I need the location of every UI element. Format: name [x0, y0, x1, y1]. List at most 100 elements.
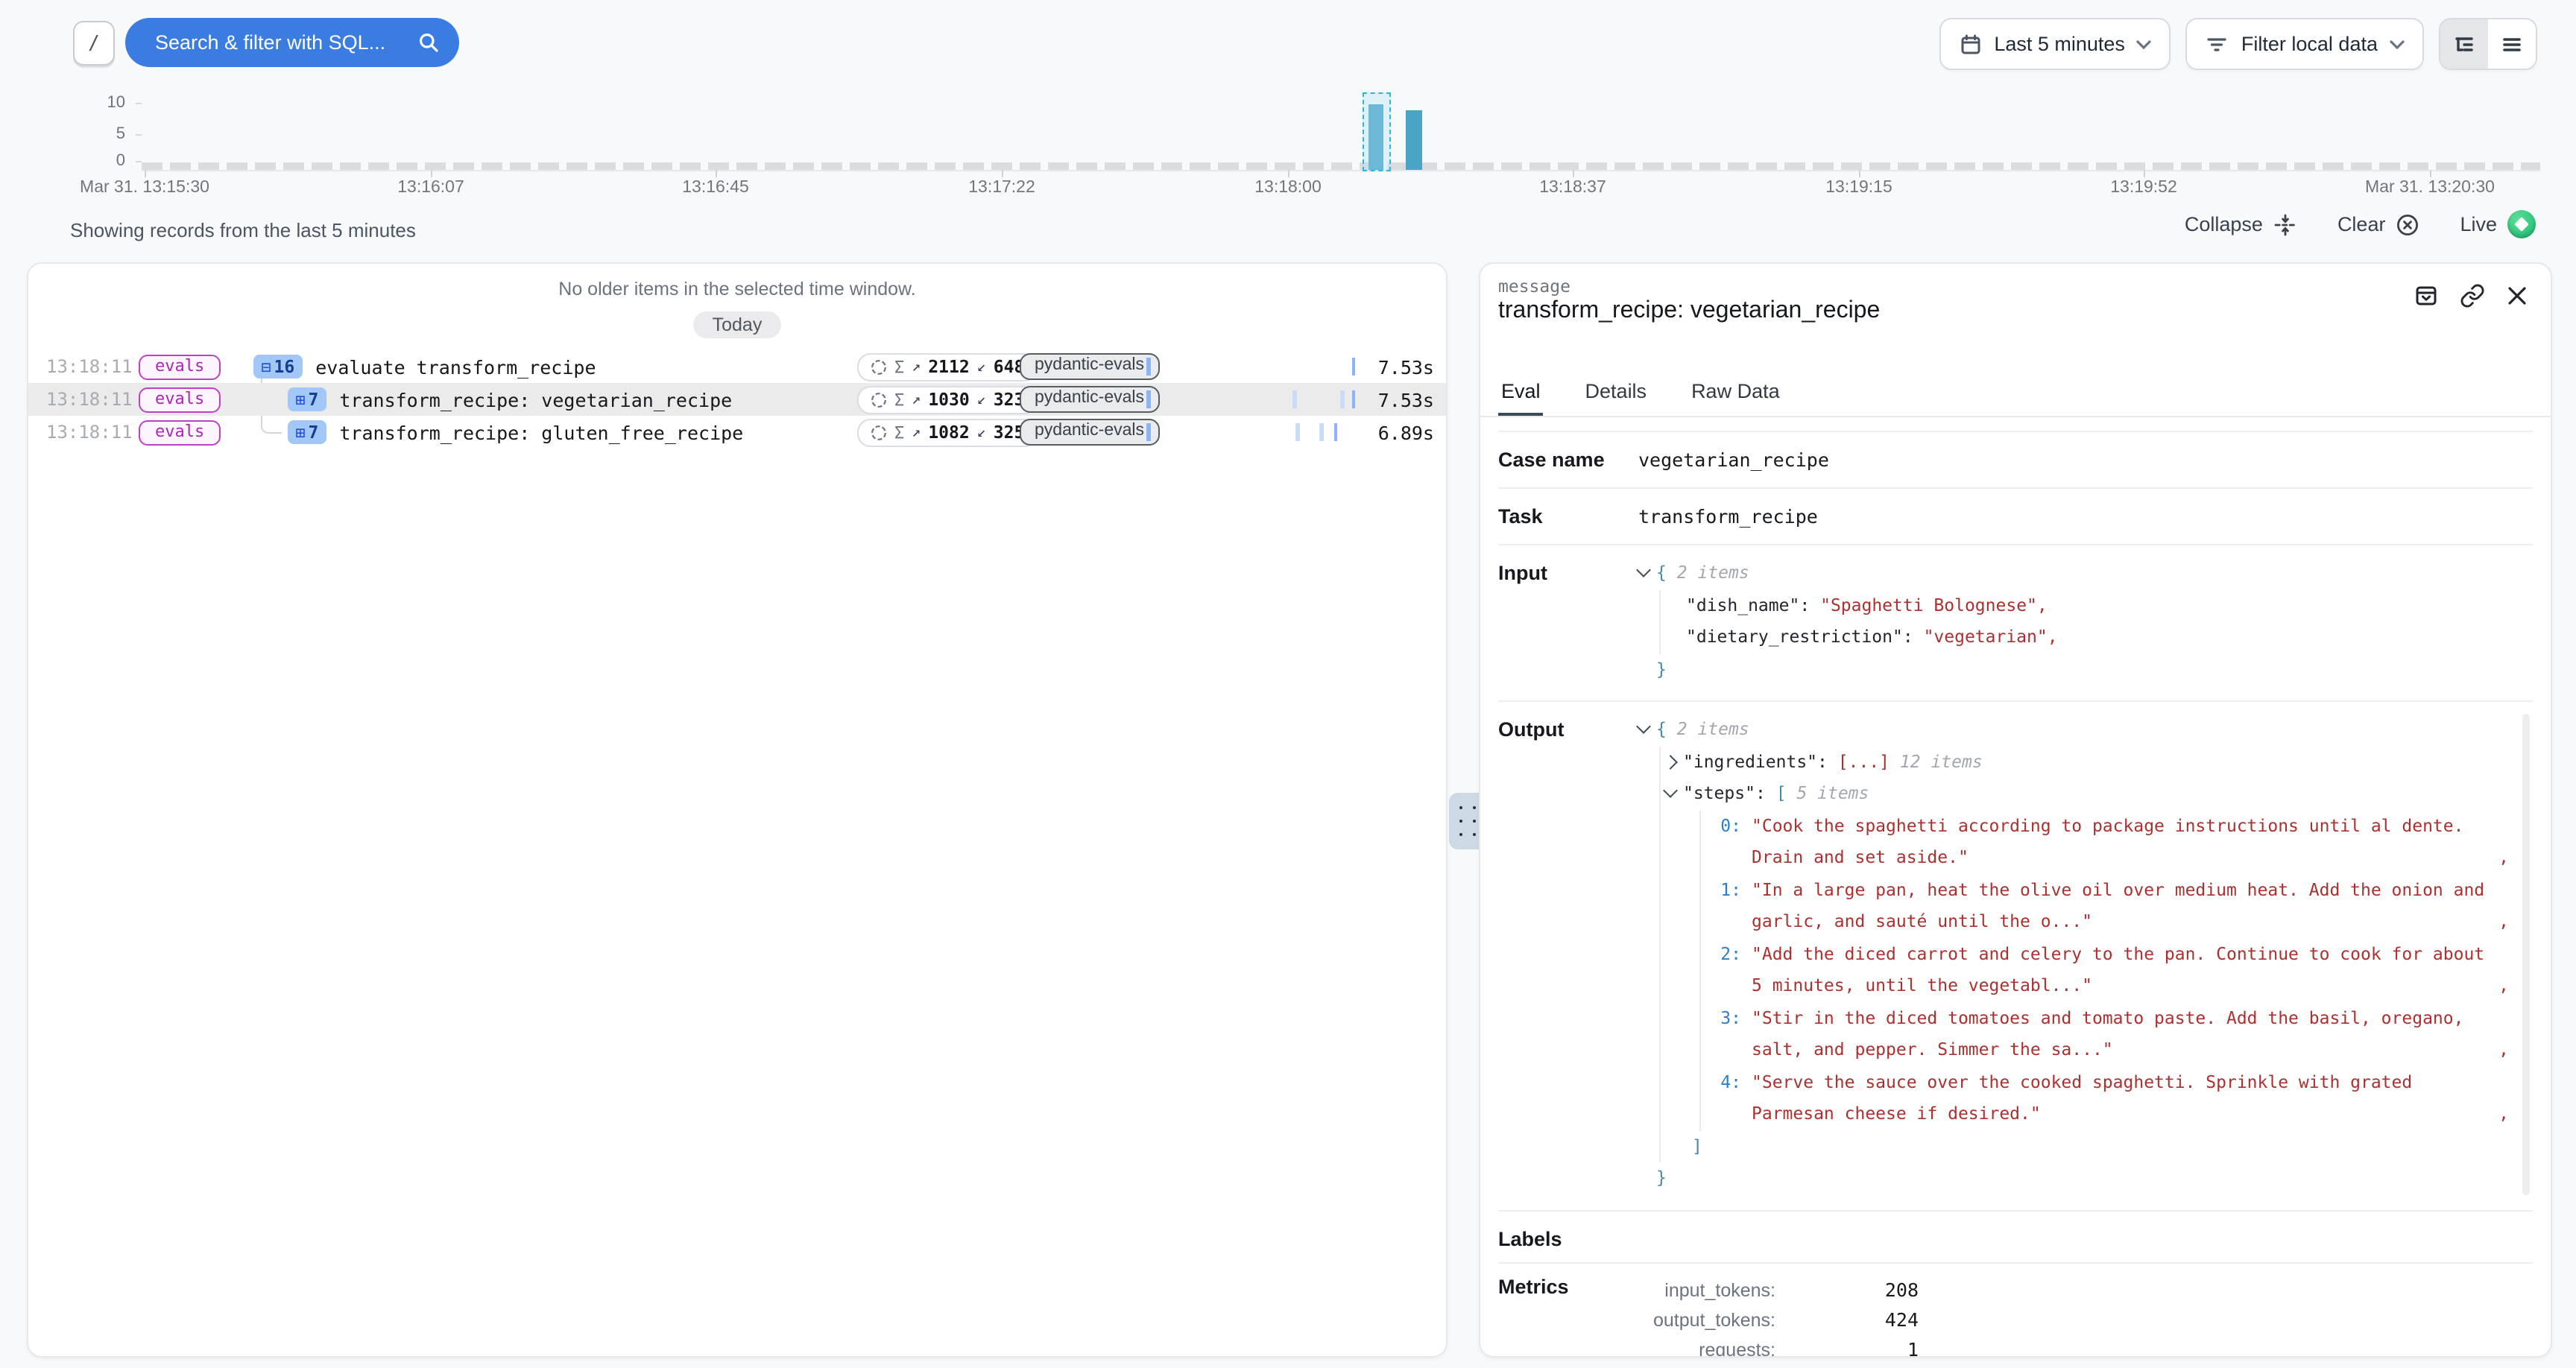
y-axis-tick: 10: [86, 94, 125, 112]
x-tick-mark: [1288, 170, 1289, 177]
expand-children-badge[interactable]: ⊞7: [288, 420, 326, 444]
tokens-out-icon: ↙: [977, 391, 986, 408]
duration-bar: [1146, 358, 1355, 376]
tokens-out-icon: ↙: [977, 358, 986, 375]
archive-icon[interactable]: [2414, 283, 2439, 308]
tab-eval[interactable]: Eval: [1498, 380, 1544, 416]
scrollbar[interactable]: [2522, 714, 2530, 1194]
x-axis-tick: 13:19:15: [1825, 179, 1892, 197]
metric-row: input_tokens:208: [1638, 1275, 2533, 1305]
token-usage-badge: Σ ↗1030 ↙323: [857, 385, 1038, 414]
tab-details[interactable]: Details: [1582, 380, 1650, 416]
token-coin-icon: [871, 391, 887, 408]
calendar-icon: [1958, 32, 1982, 56]
x-tick-mark: [145, 170, 146, 177]
collapse-toggle-icon[interactable]: [1636, 563, 1651, 577]
span-name: transform_recipe: gluten_free_recipe: [339, 421, 743, 443]
chart-plot-area[interactable]: [142, 83, 2540, 171]
trace-row[interactable]: 13:18:11 evals ⊞7 transform_recipe: vege…: [28, 383, 1446, 416]
y-tick-mark: [136, 134, 142, 136]
x-tick-mark: [2144, 170, 2145, 177]
metric-row: output_tokens:424: [1638, 1305, 2533, 1334]
package-tag[interactable]: pydantic-evals: [1020, 386, 1159, 413]
minus-square-icon: ⊟: [261, 357, 271, 376]
duration-label: 7.53s: [1378, 388, 1434, 411]
filter-local-data-dropdown[interactable]: Filter local data: [2186, 18, 2424, 70]
json-array-item: 3:"Stir in the diced tomatoes and tomato…: [1719, 1002, 2509, 1066]
case-name-label: Case name: [1498, 432, 1638, 487]
empty-window-notice: No older items in the selected time wind…: [28, 279, 1446, 300]
input-label: Input: [1498, 545, 1638, 700]
duration-bar: [1146, 390, 1355, 408]
json-entry: "dietary_restriction": "vegetarian",: [1686, 621, 2533, 653]
close-icon[interactable]: [2506, 285, 2528, 307]
package-tag[interactable]: pydantic-evals: [1020, 353, 1159, 380]
scope-badge: evals: [139, 419, 221, 445]
copy-link-icon[interactable]: [2460, 283, 2485, 308]
tree-view-toggle[interactable]: [2440, 19, 2488, 69]
record-timestamp: 13:18:11: [46, 356, 133, 377]
eval-table: Case name vegetarian_recipe Task transfo…: [1498, 431, 2533, 1356]
search-label: Search & filter with SQL...: [155, 31, 417, 54]
live-toggle[interactable]: Live: [2460, 210, 2536, 238]
duration-label: 6.89s: [1378, 421, 1434, 443]
labels-label: Labels: [1498, 1211, 1638, 1261]
tokens-in-icon: ↗: [912, 424, 921, 440]
tab-raw-data[interactable]: Raw Data: [1688, 380, 1783, 416]
metrics-label: Metrics: [1498, 1275, 1638, 1358]
scope-badge: evals: [139, 387, 221, 412]
x-tick-mark: [2430, 170, 2431, 177]
span-name: transform_recipe: vegetarian_recipe: [339, 388, 732, 411]
y-tick-mark: [136, 103, 142, 104]
tree-list-icon: [2452, 32, 2476, 56]
keyboard-shortcut-hint: /: [73, 21, 115, 66]
records-timeline-chart[interactable]: 10 5 0 Mar 31. 13:15:30 13:16:07 13:16:4…: [0, 83, 2576, 203]
time-range-dropdown[interactable]: Last 5 minutes: [1939, 18, 2171, 70]
x-axis-tick: Mar 31. 13:20:30: [2365, 179, 2495, 197]
chevron-down-icon: [2137, 39, 2152, 48]
message-kicker: message: [1498, 276, 1570, 297]
circle-x-icon: [2396, 212, 2419, 236]
x-axis-tick: 13:17:22: [968, 179, 1035, 197]
tokens-in-icon: ↗: [912, 358, 921, 375]
expand-toggle-icon[interactable]: [1663, 754, 1678, 769]
x-tick-mark: [1859, 170, 1860, 177]
collapse-button[interactable]: Collapse: [2185, 212, 2297, 236]
json-array-item: 0:"Cook the spaghetti according to packa…: [1719, 810, 2509, 874]
x-tick-mark: [1002, 170, 1003, 177]
trace-row[interactable]: 13:18:11 evals ⊟16 evaluate transform_re…: [28, 350, 1446, 383]
trace-row[interactable]: 13:18:11 evals ⊞7 transform_recipe: glut…: [28, 416, 1446, 449]
panel-title: transform_recipe: vegetarian_recipe: [1498, 298, 1880, 325]
clear-label: Clear: [2337, 213, 2386, 235]
tokens-in-icon: ↗: [912, 391, 921, 408]
live-status-icon: [2507, 210, 2536, 238]
collapse-toggle-icon[interactable]: [1636, 719, 1651, 734]
filter-icon: [2206, 32, 2229, 56]
detail-tabs: Eval Details Raw Data: [1480, 380, 2551, 417]
collapse-children-badge[interactable]: ⊟16: [253, 355, 302, 379]
y-axis-tick: 5: [86, 125, 125, 143]
flat-list-view-toggle[interactable]: [2488, 19, 2536, 69]
x-axis-tick: 13:18:00: [1254, 179, 1322, 197]
x-axis-tick: Mar 31. 13:15:30: [80, 179, 209, 197]
package-tag[interactable]: pydantic-evals: [1020, 419, 1159, 446]
filter-label: Filter local data: [2241, 33, 2378, 55]
y-axis-tick: 0: [86, 152, 125, 170]
record-timestamp: 13:18:11: [46, 422, 133, 443]
live-label: Live: [2460, 213, 2497, 235]
x-axis-tick: 13:19:52: [2110, 179, 2177, 197]
timeline-bar[interactable]: [1406, 111, 1422, 170]
duration-bar: [1146, 423, 1337, 441]
search-button[interactable]: Search & filter with SQL...: [125, 18, 459, 67]
span-detail-panel: message transform_recipe: vegetarian_rec…: [1479, 262, 2552, 1358]
plus-square-icon: ⊞: [295, 422, 305, 442]
clear-button[interactable]: Clear: [2337, 212, 2420, 236]
span-name: evaluate transform_recipe: [315, 355, 596, 378]
search-icon: [417, 31, 440, 54]
json-entry: "steps": [ 5 items: [1686, 778, 2509, 810]
expand-children-badge[interactable]: ⊞7: [288, 387, 326, 411]
selected-bucket-outline: [1363, 92, 1391, 171]
task-value: transform_recipe: [1638, 489, 2533, 544]
collapse-toggle-icon[interactable]: [1663, 783, 1678, 798]
x-tick-mark: [1573, 170, 1574, 177]
